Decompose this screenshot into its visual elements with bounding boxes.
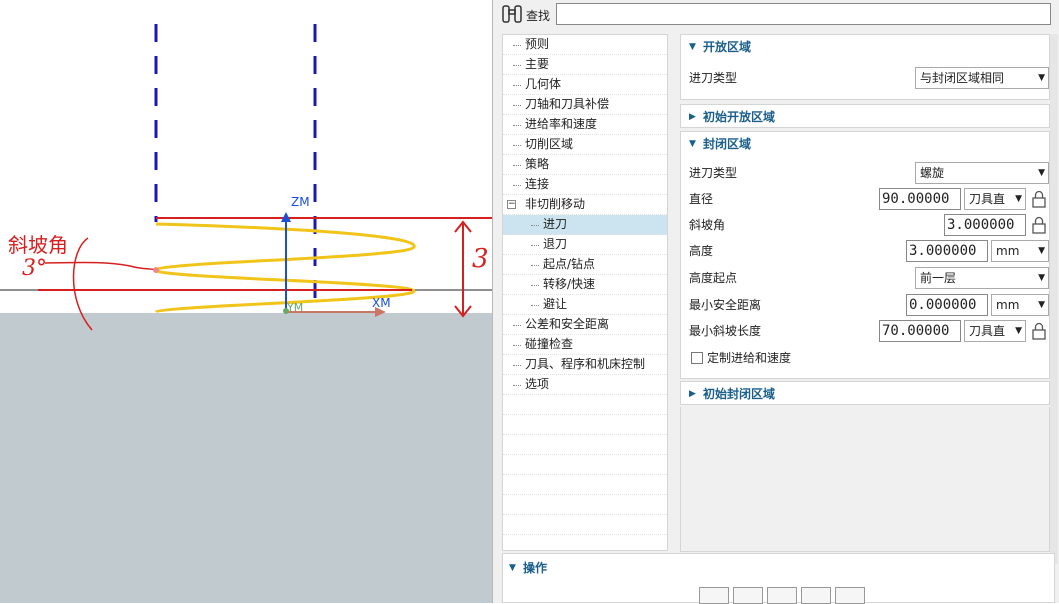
expand-arrow-icon: ▶	[689, 112, 696, 122]
chevron-down-icon: ▼	[1015, 194, 1022, 204]
graphics-viewport[interactable]: ZM XM YM 斜坡角 3° 3	[0, 0, 492, 603]
lock-icon[interactable]	[1031, 189, 1047, 209]
closed-engage-type-label: 进刀类型	[689, 166, 738, 180]
generate-button[interactable]	[699, 587, 729, 604]
chevron-down-icon: ▼	[1038, 73, 1045, 83]
collapse-toggle[interactable]: −	[507, 200, 516, 209]
operations-header[interactable]: ▼ 操作	[503, 558, 547, 578]
closed-area-section: ▼ 封闭区域 进刀类型 螺旋 ▼ 直径 90.00000 刀具直 ▼ 斜坡角 3.00…	[680, 131, 1050, 379]
min-ramp-length-input[interactable]: 70.00000	[879, 320, 961, 342]
chevron-down-icon: ▼	[1038, 246, 1045, 256]
custom-feed-checkbox[interactable]	[691, 352, 703, 364]
height-from-select[interactable]: 前一层 ▼	[915, 267, 1049, 289]
info-button[interactable]	[835, 587, 865, 604]
tree-item-connections[interactable]: 连接	[503, 175, 667, 195]
collapse-arrow-icon: ▼	[509, 563, 516, 573]
tree-item-feeds[interactable]: 进给率和速度	[503, 115, 667, 135]
scrollbar[interactable]	[1050, 34, 1058, 564]
ramp-point	[153, 267, 159, 273]
height-input[interactable]: 3.000000	[906, 240, 988, 262]
closed-engage-type-select[interactable]: 螺旋 ▼	[915, 162, 1049, 184]
search-label: 查找	[526, 9, 551, 23]
chevron-down-icon: ▼	[1038, 300, 1045, 310]
toolpath-canvas	[0, 24, 492, 331]
collapse-arrow-icon: ▼	[689, 139, 696, 149]
ramp-angle-label: 斜坡角	[689, 218, 726, 232]
chevron-down-icon: ▼	[1015, 326, 1022, 336]
search-input[interactable]	[556, 3, 1051, 25]
ramp-angle-input[interactable]: 3.000000	[944, 214, 1026, 236]
min-clearance-unit-select[interactable]: mm ▼	[991, 294, 1049, 316]
min-ramp-length-unit-select[interactable]: 刀具直 ▼	[964, 320, 1026, 342]
tree-item-collision[interactable]: 碰撞检查	[503, 335, 667, 355]
ramp-angle-annotation: 斜坡角	[8, 233, 68, 257]
tree-item-machine-control[interactable]: 刀具、程序和机床控制	[503, 355, 667, 375]
tree-item-transfer[interactable]: 转移/快速	[503, 275, 667, 295]
lock-icon[interactable]	[1031, 321, 1047, 341]
min-ramp-length-label: 最小斜坡长度	[689, 324, 762, 338]
operations-section: ▼ 操作	[502, 553, 1055, 604]
height-unit-select[interactable]: mm ▼	[991, 240, 1049, 262]
initial-open-area-header[interactable]: ▶ 初始开放区域	[681, 105, 1049, 129]
tree-item-strategy[interactable]: 策略	[503, 155, 667, 175]
tree-item-tool-axis[interactable]: 刀轴和刀具补偿	[503, 95, 667, 115]
diameter-input[interactable]: 90.00000	[879, 188, 961, 210]
height-annotation: 3	[472, 244, 489, 274]
axis-x-label: XM	[372, 296, 391, 310]
initial-closed-area-header[interactable]: ▶ 初始封闭区域	[681, 382, 1049, 406]
dialog-panel: 查找 预则 主要 几何体 刀轴和刀具补偿 进给率和速度 切削区域 策略 连接 −…	[498, 0, 1059, 604]
collapse-arrow-icon: ▼	[689, 42, 696, 52]
lock-icon[interactable]	[1031, 215, 1047, 235]
chevron-down-icon: ▼	[1038, 168, 1045, 178]
custom-feed-label: 定制进给和速度	[707, 351, 792, 365]
height-label: 高度	[689, 244, 714, 258]
tree-item-non-cutting[interactable]: − 非切削移动	[503, 195, 667, 215]
tree-item-cut-area[interactable]: 切削区域	[503, 135, 667, 155]
tree-item-options[interactable]: 选项	[503, 375, 667, 395]
angle-leader	[44, 261, 157, 271]
tree-item-main[interactable]: 主要	[503, 55, 667, 75]
open-area-header[interactable]: ▼ 开放区域	[681, 35, 1049, 59]
search-bar: 查找	[498, 0, 1059, 30]
min-clearance-input[interactable]: 0.000000	[906, 294, 988, 316]
tree-item-geometry[interactable]: 几何体	[503, 75, 667, 95]
chevron-down-icon: ▼	[1038, 273, 1045, 283]
list-button[interactable]	[801, 587, 831, 604]
verify-button[interactable]	[767, 587, 797, 604]
tree-item-engage[interactable]: 进刀	[503, 215, 667, 235]
tree-item-start-drill[interactable]: 起点/钻点	[503, 255, 667, 275]
axis-y-label: YM	[287, 301, 304, 314]
tree-item-tolerances[interactable]: 公差和安全距离	[503, 315, 667, 335]
axis-z-label: ZM	[291, 195, 310, 209]
diameter-label: 直径	[689, 192, 714, 206]
binoculars-icon[interactable]	[500, 3, 524, 25]
diameter-unit-select[interactable]: 刀具直 ▼	[964, 188, 1026, 210]
tree-item-retract[interactable]: 退刀	[503, 235, 667, 255]
empty-settings-area	[680, 407, 1050, 552]
angle-annotation: 3°	[22, 256, 47, 281]
open-engage-type-label: 进刀类型	[689, 71, 738, 85]
expand-arrow-icon: ▶	[689, 389, 696, 399]
tree-item-avoidance[interactable]: 避让	[503, 295, 667, 315]
tree-item-preview[interactable]: 预则	[503, 35, 667, 55]
open-engage-type-select[interactable]: 与封闭区域相同 ▼	[915, 67, 1049, 89]
height-from-label: 高度起点	[689, 271, 738, 285]
angle-bracket	[72, 237, 93, 331]
closed-area-header[interactable]: ▼ 封闭区域	[681, 132, 1049, 156]
replay-button[interactable]	[733, 587, 763, 604]
min-clearance-label: 最小安全距离	[689, 298, 762, 312]
initial-open-area-section: ▶ 初始开放区域	[680, 104, 1050, 128]
open-area-section: ▼ 开放区域 进刀类型 与封闭区域相同 ▼	[680, 34, 1050, 100]
initial-closed-area-section: ▶ 初始封闭区域	[680, 381, 1050, 405]
navigation-tree: 预则 主要 几何体 刀轴和刀具补偿 进给率和速度 切削区域 策略 连接 − 非切削…	[502, 34, 668, 551]
